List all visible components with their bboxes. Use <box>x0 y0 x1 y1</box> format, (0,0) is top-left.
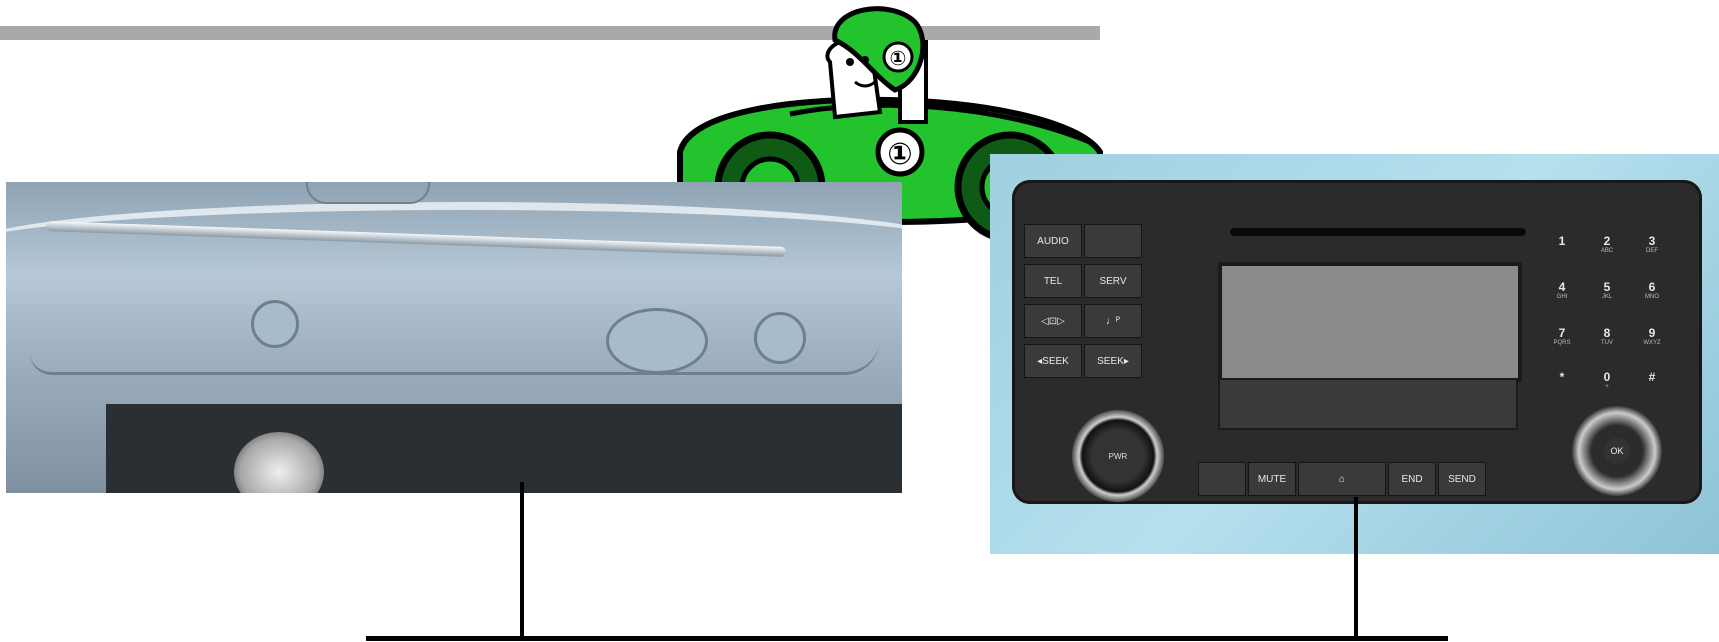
tel-button: TEL <box>1024 264 1082 298</box>
lower-grille <box>106 404 902 493</box>
car-number-badge: ① <box>887 137 912 172</box>
mascot-driver: ① <box>825 6 928 124</box>
keypad-key: 5 JKL <box>1601 280 1613 300</box>
keypad-key: 6 MNO <box>1645 280 1659 300</box>
mute-button: MUTE <box>1248 462 1296 496</box>
end-button: END <box>1388 462 1436 496</box>
bumper-panel <box>30 252 880 375</box>
blank-bottom-button <box>1198 462 1246 496</box>
keypad-key: 3 DEF <box>1646 234 1658 254</box>
send-button: SEND <box>1438 462 1486 496</box>
parking-sensor <box>754 312 806 364</box>
parking-sensor <box>251 300 299 348</box>
connector-bar <box>366 636 1448 641</box>
cd-slot <box>1230 228 1526 236</box>
ok-button: OK <box>1604 438 1630 464</box>
helmet-number-badge: ① <box>890 46 907 70</box>
sound-button: ♩ᴾ <box>1084 304 1142 338</box>
license-lamp-cover <box>606 308 708 374</box>
keypad-key: 4 GHI <box>1556 280 1568 300</box>
keypad-key: 8 TUV <box>1601 326 1613 346</box>
audio-button: AUDIO <box>1024 224 1082 258</box>
serv-button: SERV <box>1084 264 1142 298</box>
keypad-key: 0 + <box>1603 370 1611 390</box>
home-button: ⌂ <box>1298 462 1386 496</box>
seek-back-button: ◂SEEK <box>1024 344 1082 378</box>
power-volume-knob: PWR <box>1072 410 1164 502</box>
seek-forward-button: SEEK▸ <box>1084 344 1142 378</box>
radio-tray <box>1218 378 1518 430</box>
keypad-key: 9 WXYZ <box>1643 326 1661 346</box>
connector-line-right <box>1354 497 1358 638</box>
connector-line-left <box>520 482 524 638</box>
keypad-key: 2 ABC <box>1600 234 1614 254</box>
keypad-key: * <box>1559 370 1565 384</box>
keypad-key: # <box>1648 370 1656 384</box>
keypad-key: 1 <box>1558 234 1566 248</box>
radio-faceplate: AUDIO TEL SERV ◁⊡▷ ♩ᴾ ◂SEEK SEEK▸ 1 2 ABC… <box>1012 180 1702 504</box>
tow-hook-cover <box>306 182 430 204</box>
car-radio-photo: AUDIO TEL SERV ◁⊡▷ ♩ᴾ ◂SEEK SEEK▸ 1 2 ABC… <box>990 154 1719 554</box>
blank-button <box>1084 224 1142 258</box>
radio-display <box>1218 262 1522 382</box>
nav-button: ◁⊡▷ <box>1024 304 1082 338</box>
direction-pad: OK <box>1572 406 1662 496</box>
keypad-key: 7 PQRS <box>1553 326 1571 346</box>
bumper-parking-sensors-photo <box>6 182 902 493</box>
